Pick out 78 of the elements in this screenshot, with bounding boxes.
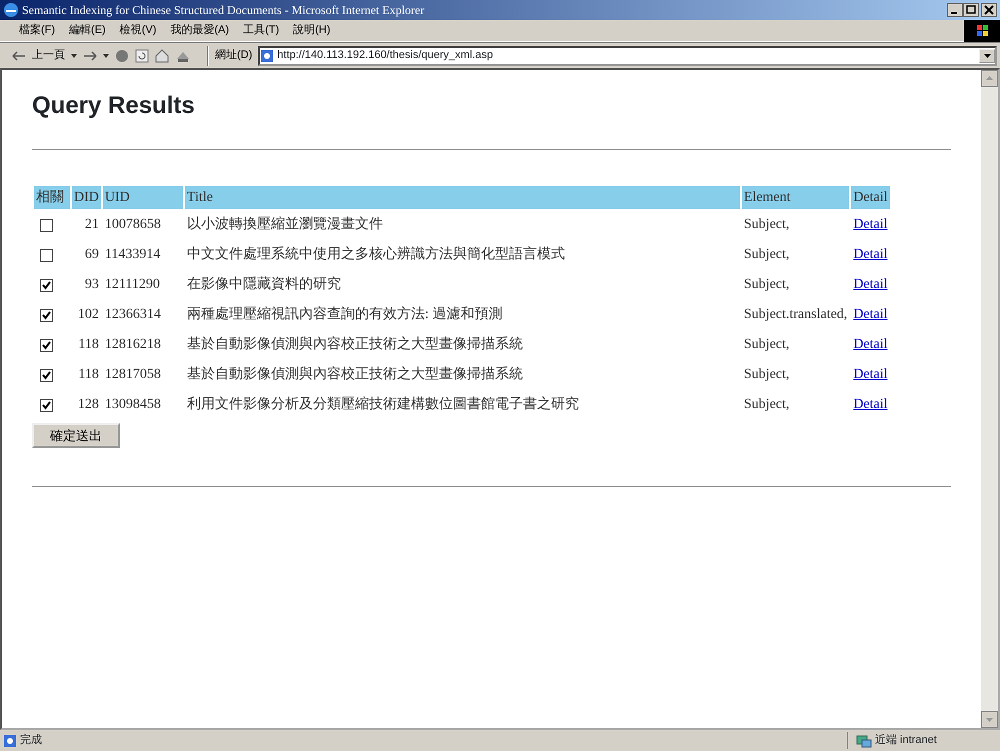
address-field[interactable]: http://140.113.192.160/thesis/query_xml.asp (258, 46, 997, 66)
window-title: Semantic Indexing for Chinese Structured Documents - Microsoft Internet Explorer (22, 2, 426, 19)
table-cell-text: 11433914 (104, 246, 162, 264)
browser-icon (3, 2, 19, 18)
column-header: DID (72, 186, 101, 209)
table-cell-text: Subject.translated, (742, 306, 848, 324)
minimize-button[interactable] (947, 3, 963, 17)
column-header: Element (742, 186, 850, 209)
menu-item[interactable]: 我的最愛(A) (163, 22, 236, 39)
column-header: 相關 (34, 186, 70, 209)
table-cell-text: 69 (84, 246, 100, 264)
table-cell-text: 12366314 (104, 306, 162, 324)
table-cell-text: Subject, (742, 246, 790, 264)
windows-logo-icon (964, 20, 1000, 42)
detail-link[interactable]: Detail (853, 397, 888, 412)
maximize-button[interactable] (963, 3, 979, 17)
status-text: 完成 (20, 732, 43, 748)
table-cell-text: 兩種處理壓縮視訊內容查詢的有效方法: 過濾和預測 (186, 305, 504, 324)
home-icon[interactable] (155, 48, 169, 62)
back-button[interactable]: 上一頁 (32, 47, 65, 64)
submit-button[interactable]: 確定送出 (32, 422, 120, 448)
checkbox[interactable] (40, 338, 53, 352)
table-cell-text: 基於自動影像偵測與內容校正技術之大型畫像掃描系統 (186, 365, 524, 384)
page-heading: Query Results (32, 92, 196, 121)
table-cell-text: 在影像中隱藏資料的研究 (186, 275, 342, 294)
checkbox[interactable] (40, 248, 53, 262)
checkbox[interactable] (40, 218, 53, 232)
table-cell-text: 128 (76, 396, 100, 414)
table-cell-text: 13098458 (104, 396, 162, 414)
table-cell-text: Subject, (742, 276, 790, 294)
menu-item[interactable]: 說明(H) (286, 22, 338, 39)
stop-icon[interactable] (115, 48, 129, 62)
detail-link[interactable]: Detail (853, 307, 888, 322)
detail-link[interactable]: Detail (853, 337, 888, 352)
table-cell-text: 21 (84, 216, 100, 234)
refresh-icon[interactable] (135, 48, 149, 62)
table-cell-text: 10078658 (104, 216, 162, 234)
detail-link[interactable]: Detail (853, 367, 888, 382)
checkbox[interactable] (40, 398, 53, 412)
table-cell-text: 118 (77, 336, 100, 354)
security-zone: 近端 intranet (875, 733, 937, 748)
checkbox[interactable] (40, 278, 53, 292)
dropdown-caret-icon[interactable] (103, 54, 109, 58)
column-header: Detail (851, 186, 890, 209)
table-cell-text: 118 (77, 366, 100, 384)
checkbox[interactable] (40, 368, 53, 382)
column-header: UID (102, 186, 183, 209)
detail-link[interactable]: Detail (853, 277, 888, 292)
table-cell-text: Subject, (742, 336, 790, 354)
table-cell-text: 中文文件處理系統中使用之多核心辨識方法與簡化型語言模式 (186, 245, 566, 264)
detail-link[interactable]: Detail (853, 217, 888, 232)
column-header: Title (184, 186, 740, 209)
table-cell-text: 基於自動影像偵測與內容校正技術之大型畫像掃描系統 (186, 335, 524, 354)
close-button[interactable] (979, 3, 997, 17)
table-cell-text: 102 (76, 306, 100, 324)
page-icon (3, 734, 17, 748)
address-label: 網址(D) (215, 48, 252, 64)
dropdown-caret-icon[interactable] (984, 54, 990, 58)
table-cell-text: 利用文件影像分析及分類壓縮技術建構數位圖書館電子書之研究 (186, 395, 580, 414)
table-cell-text: 12817058 (104, 366, 162, 384)
table-cell-text: 93 (84, 276, 100, 294)
checkbox[interactable] (40, 308, 53, 322)
table-cell-text: 12111290 (104, 276, 161, 294)
dropdown-caret-icon[interactable] (71, 54, 77, 58)
back-arrow-icon[interactable] (12, 50, 26, 62)
table-cell-text: 12816218 (104, 336, 162, 354)
table-cell-text: Subject, (742, 396, 790, 414)
menu-item[interactable]: 編輯(E) (62, 22, 113, 39)
detail-link[interactable]: Detail (853, 247, 888, 262)
menu-item[interactable]: 檢視(V) (112, 22, 164, 39)
table-cell-text: Subject, (742, 216, 790, 234)
page-icon (260, 48, 274, 62)
table-cell-text: Subject, (742, 366, 790, 384)
menu-item[interactable]: 工具(T) (236, 22, 286, 39)
forward-arrow-icon[interactable] (83, 50, 97, 62)
menu-item[interactable]: 檔案(F) (12, 22, 62, 39)
table-cell-text: 以小波轉換壓縮並瀏覽漫畫文件 (186, 215, 384, 234)
network-icon (856, 734, 872, 748)
